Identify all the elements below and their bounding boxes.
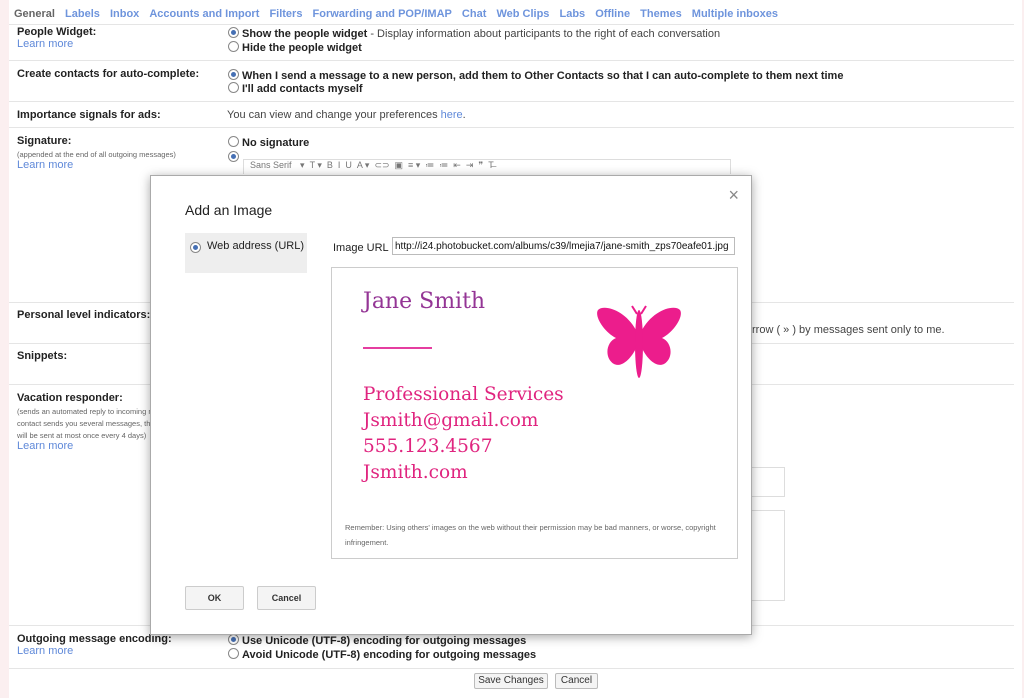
card-line-1: Professional Services <box>363 384 564 405</box>
people-widget-label: People Widget: <box>17 26 97 38</box>
contacts-manual-option[interactable]: I'll add contacts myself <box>228 82 363 95</box>
vacation-learn-more[interactable]: Learn more <box>17 440 73 452</box>
snippets-label: Snippets: <box>17 350 68 362</box>
copyright-disclaimer: Remember: Using others' images on the we… <box>345 523 716 547</box>
vacation-sublabel-2: contact sends you several messages, thi <box>17 419 153 428</box>
radio-icon[interactable] <box>228 69 239 80</box>
card-line-2: Jsmith@gmail.com <box>363 410 539 431</box>
signature-label: Signature: <box>17 135 72 147</box>
importance-text: You can view and change your preferences… <box>227 109 466 121</box>
personal-level-text: rrow ( » ) by messages sent only to me. <box>752 324 945 336</box>
radio-icon[interactable] <box>228 41 239 52</box>
source-web-address-label: Web address (URL) <box>207 240 304 252</box>
format-buttons[interactable]: ▾ T ▾ B I U A ▾ ⊂⊃ ▣ ≡ ▾ ≔ ≔ ⇤ ⇥ ❞ T̶ <box>300 160 494 170</box>
custom-signature-option[interactable] <box>228 151 242 164</box>
row-divider <box>9 60 1014 61</box>
tab-labs[interactable]: Labs <box>559 8 585 20</box>
signature-toolbar: Sans Serif ▾ T ▾ B I U A ▾ ⊂⊃ ▣ ≡ ▾ ≔ ≔ … <box>243 159 731 174</box>
tab-inbox[interactable]: Inbox <box>110 8 139 20</box>
no-signature-option[interactable]: No signature <box>228 136 309 149</box>
card-line-4: Jsmith.com <box>363 462 468 483</box>
add-image-dialog: Add an Image × Web address (URL) Image U… <box>150 175 752 635</box>
image-url-label: Image URL <box>333 242 389 254</box>
tab-chat[interactable]: Chat <box>462 8 486 20</box>
radio-icon[interactable] <box>228 151 239 162</box>
vacation-sublabel-1: (sends an automated reply to incoming m <box>17 407 155 416</box>
radio-icon[interactable] <box>228 634 239 645</box>
image-preview: Jane Smith Professional Services Jsmith@… <box>331 267 738 559</box>
encoding-label: Outgoing message encoding: <box>17 633 172 645</box>
row-divider <box>9 668 1014 669</box>
cancel-changes-button[interactable]: Cancel <box>555 673 598 689</box>
vacation-label: Vacation responder: <box>17 392 123 404</box>
source-web-address[interactable]: Web address (URL) <box>185 233 307 273</box>
avoid-unicode-option[interactable]: Avoid Unicode (UTF-8) encoding for outgo… <box>228 648 536 661</box>
radio-icon[interactable] <box>228 648 239 659</box>
tab-accounts[interactable]: Accounts and Import <box>149 8 259 20</box>
signature-learn-more[interactable]: Learn more <box>17 159 73 171</box>
importance-label: Importance signals for ads: <box>17 109 161 121</box>
image-url-input[interactable] <box>392 237 735 255</box>
card-line-3: 555.123.4567 <box>363 436 493 457</box>
font-select[interactable]: Sans Serif <box>250 160 292 170</box>
dialog-title: Add an Image <box>185 202 273 218</box>
radio-icon[interactable] <box>228 27 239 38</box>
tab-general[interactable]: General <box>14 8 55 20</box>
radio-icon[interactable] <box>228 82 239 93</box>
tab-web-clips[interactable]: Web Clips <box>496 8 549 20</box>
cancel-button[interactable]: Cancel <box>257 586 316 610</box>
radio-icon[interactable] <box>190 242 201 253</box>
tab-offline[interactable]: Offline <box>595 8 630 20</box>
use-unicode-option[interactable]: Use Unicode (UTF-8) encoding for outgoin… <box>228 634 526 647</box>
tab-forwarding[interactable]: Forwarding and POP/IMAP <box>313 8 452 20</box>
contacts-auto-option[interactable]: When I send a message to a new person, a… <box>228 69 843 82</box>
row-divider <box>9 101 1014 102</box>
ok-button[interactable]: OK <box>185 586 244 610</box>
contacts-label: Create contacts for auto-complete: <box>17 68 200 80</box>
row-divider <box>9 127 1014 128</box>
people-widget-learn-more[interactable]: Learn more <box>17 38 73 50</box>
radio-icon[interactable] <box>228 136 239 147</box>
settings-tabs: General Labels Inbox Accounts and Import… <box>14 8 785 20</box>
card-name: Jane Smith <box>363 289 486 314</box>
personal-level-label: Personal level indicators: <box>17 309 151 321</box>
card-divider <box>363 347 432 349</box>
tab-labels[interactable]: Labels <box>65 8 100 20</box>
hide-people-widget-option[interactable]: Hide the people widget <box>228 41 362 54</box>
tab-filters[interactable]: Filters <box>269 8 302 20</box>
row-divider <box>9 24 1014 25</box>
show-people-widget-option[interactable]: Show the people widget - Display informa… <box>228 27 720 40</box>
tab-themes[interactable]: Themes <box>640 8 682 20</box>
save-changes-button[interactable]: Save Changes <box>474 673 548 689</box>
tab-multiple-inboxes[interactable]: Multiple inboxes <box>692 8 778 20</box>
close-icon[interactable]: × <box>728 185 739 206</box>
importance-here-link[interactable]: here <box>441 109 463 121</box>
encoding-learn-more[interactable]: Learn more <box>17 645 73 657</box>
butterfly-icon <box>597 305 681 378</box>
